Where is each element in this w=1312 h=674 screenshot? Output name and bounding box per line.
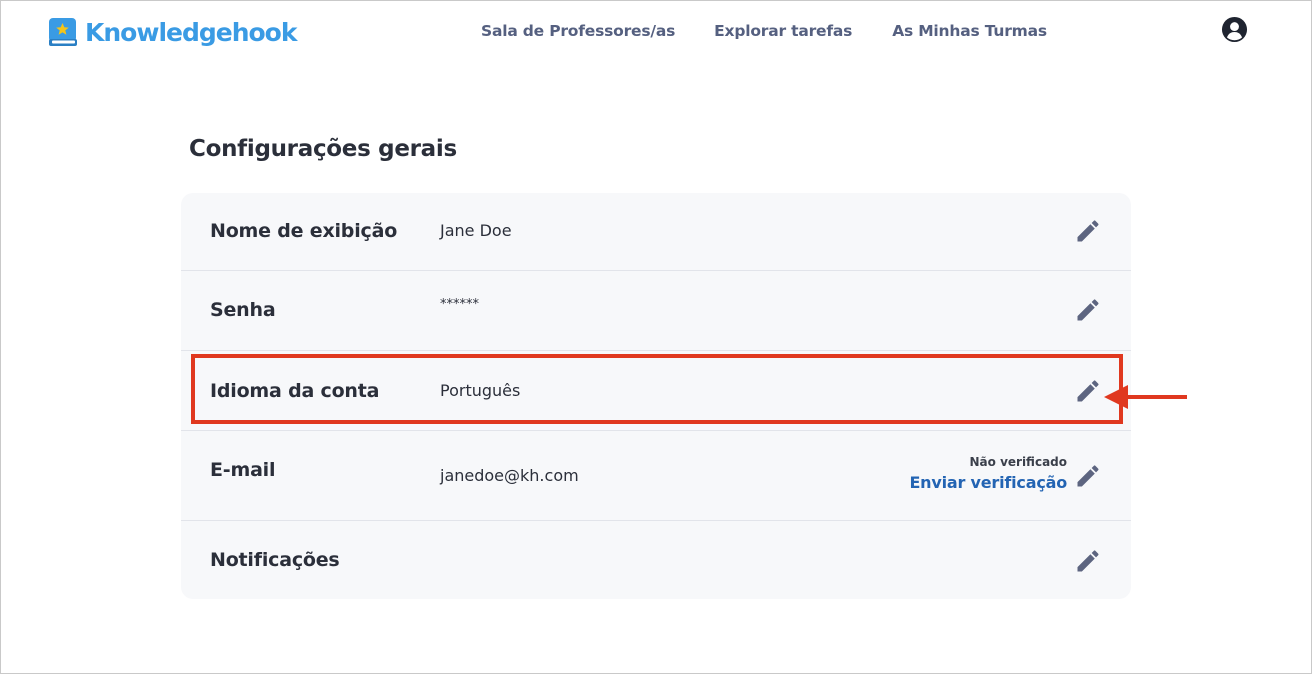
setting-label: Senha: [210, 299, 276, 321]
setting-row-notifications: Notificações: [181, 521, 1131, 599]
app-window: Knowledgehook Sala de Professores/as Exp…: [0, 0, 1312, 674]
send-verification-link[interactable]: Enviar verificação: [909, 473, 1067, 492]
logo[interactable]: Knowledgehook: [48, 16, 297, 48]
setting-value: Jane Doe: [440, 221, 512, 240]
pencil-edit-icon[interactable]: [1074, 462, 1102, 490]
nav-item-explore-tasks[interactable]: Explorar tarefas: [714, 21, 852, 41]
setting-label: E-mail: [210, 459, 276, 481]
setting-value: ******: [440, 297, 479, 312]
main-nav: Sala de Professores/as Explorar tarefas …: [481, 21, 1087, 41]
setting-label: Nome de exibição: [210, 220, 398, 242]
pencil-edit-icon[interactable]: [1074, 547, 1102, 575]
setting-row-display-name: Nome de exibição Jane Doe: [181, 193, 1131, 271]
verification-status: Não verificado: [969, 455, 1068, 469]
page-title: Configurações gerais: [189, 136, 457, 162]
setting-label: Notificações: [210, 549, 340, 571]
setting-value: janedoe@kh.com: [440, 466, 579, 485]
pencil-edit-icon[interactable]: [1074, 217, 1102, 245]
user-circle-icon[interactable]: [1221, 16, 1248, 43]
book-star-logo-icon: [49, 18, 77, 46]
annotation-highlight-box: [191, 354, 1123, 424]
setting-row-email: E-mail janedoe@kh.com Não verificado Env…: [181, 431, 1131, 521]
nav-item-staffroom[interactable]: Sala de Professores/as: [481, 21, 675, 41]
pencil-edit-icon[interactable]: [1074, 296, 1102, 324]
nav-item-my-classes[interactable]: As Minhas Turmas: [892, 21, 1047, 41]
setting-row-password: Senha ******: [181, 271, 1131, 351]
annotation-arrow-icon: [1104, 385, 1187, 409]
logo-text: Knowledgehook: [85, 17, 297, 47]
